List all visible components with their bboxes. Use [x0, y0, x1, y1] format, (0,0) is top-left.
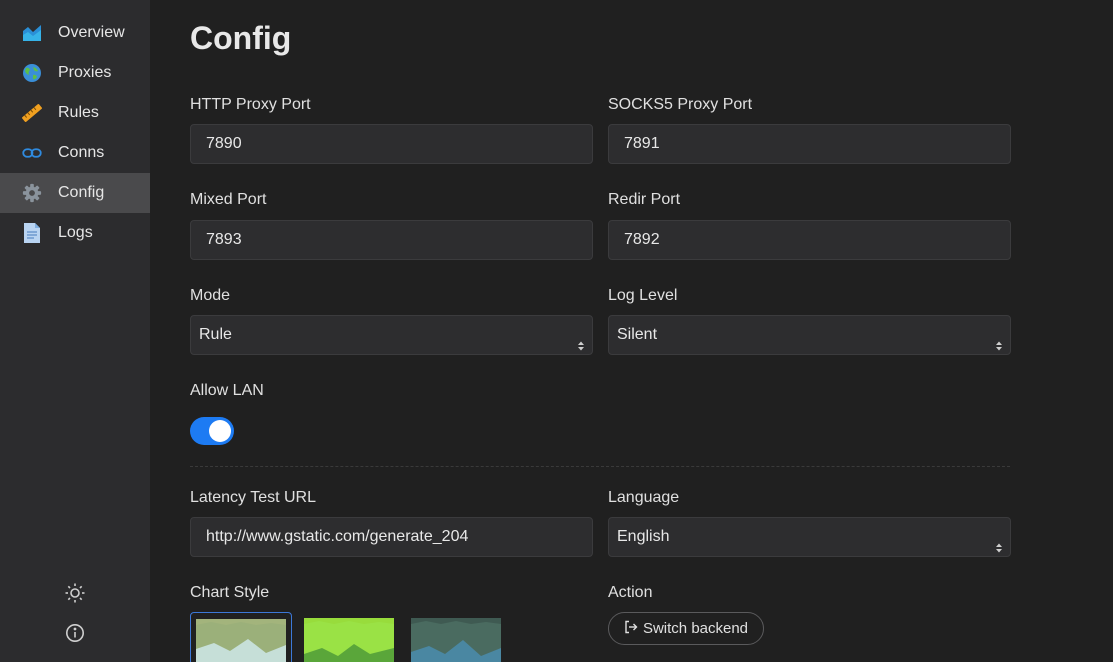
- sidebar-item-conns[interactable]: Conns: [0, 133, 150, 173]
- overview-chart-icon: [22, 23, 42, 43]
- ruler-icon: [22, 103, 42, 123]
- logout-arrow-icon: [624, 620, 643, 638]
- latency-url-input[interactable]: [190, 517, 593, 557]
- select-arrows-icon: [995, 329, 1003, 351]
- select-arrows-icon: [577, 329, 585, 351]
- mixed-port-label: Mixed Port: [190, 191, 267, 208]
- sidebar-item-label: Conns: [58, 144, 105, 161]
- info-icon: [65, 623, 85, 648]
- about-button[interactable]: [64, 623, 86, 648]
- sidebar-item-label: Overview: [58, 24, 125, 41]
- sidebar: Overview Proxies Rules Conns Config Logs: [0, 0, 150, 662]
- socks-port-input[interactable]: [608, 124, 1011, 164]
- switch-backend-label: Switch backend: [642, 620, 749, 637]
- sidebar-item-label: Rules: [58, 104, 99, 121]
- language-label: Language: [608, 489, 680, 506]
- chart-style-option-1[interactable]: [190, 612, 292, 662]
- log-level-value: Silent: [617, 326, 658, 343]
- allow-lan-label: Allow LAN: [190, 382, 264, 399]
- switch-backend-button[interactable]: Switch backend: [608, 612, 764, 645]
- log-level-label: Log Level: [608, 287, 678, 304]
- socks-port-label: SOCKS5 Proxy Port: [608, 96, 753, 113]
- sidebar-item-config[interactable]: Config: [0, 173, 150, 213]
- sidebar-item-overview[interactable]: Overview: [0, 13, 150, 53]
- mode-label: Mode: [190, 287, 231, 304]
- page-title: Config: [190, 20, 292, 56]
- sidebar-item-label: Proxies: [58, 64, 112, 81]
- globe-icon: [22, 63, 42, 83]
- sidebar-item-logs[interactable]: Logs: [0, 213, 150, 253]
- action-label: Action: [608, 584, 653, 601]
- sidebar-item-label: Logs: [58, 224, 93, 241]
- link-icon: [22, 143, 42, 163]
- mode-value: Rule: [199, 326, 232, 343]
- theme-toggle-button[interactable]: [64, 582, 86, 609]
- sun-icon: [64, 582, 86, 609]
- section-divider: [190, 466, 1010, 467]
- http-port-label: HTTP Proxy Port: [190, 96, 311, 113]
- toggle-knob: [209, 420, 231, 442]
- http-port-input[interactable]: [190, 124, 593, 164]
- config-page: Config HTTP Proxy Port SOCKS5 Proxy Port…: [150, 0, 1113, 662]
- gear-icon: [22, 183, 42, 203]
- redir-port-input[interactable]: [608, 220, 1011, 260]
- allow-lan-toggle[interactable]: [190, 417, 234, 445]
- chart-style-option-3[interactable]: [406, 612, 508, 662]
- select-arrows-icon: [995, 531, 1003, 553]
- sidebar-item-proxies[interactable]: Proxies: [0, 53, 150, 93]
- language-value: English: [617, 528, 670, 545]
- chart-style-option-2[interactable]: [299, 612, 401, 662]
- mode-select[interactable]: Rule: [190, 315, 593, 355]
- redir-port-label: Redir Port: [608, 191, 681, 208]
- sidebar-item-label: Config: [58, 184, 105, 201]
- document-icon: [22, 223, 42, 243]
- language-select[interactable]: English: [608, 517, 1011, 557]
- mixed-port-input[interactable]: [190, 220, 593, 260]
- latency-url-label: Latency Test URL: [190, 489, 316, 506]
- sidebar-item-rules[interactable]: Rules: [0, 93, 150, 133]
- chart-style-label: Chart Style: [190, 584, 270, 601]
- log-level-select[interactable]: Silent: [608, 315, 1011, 355]
